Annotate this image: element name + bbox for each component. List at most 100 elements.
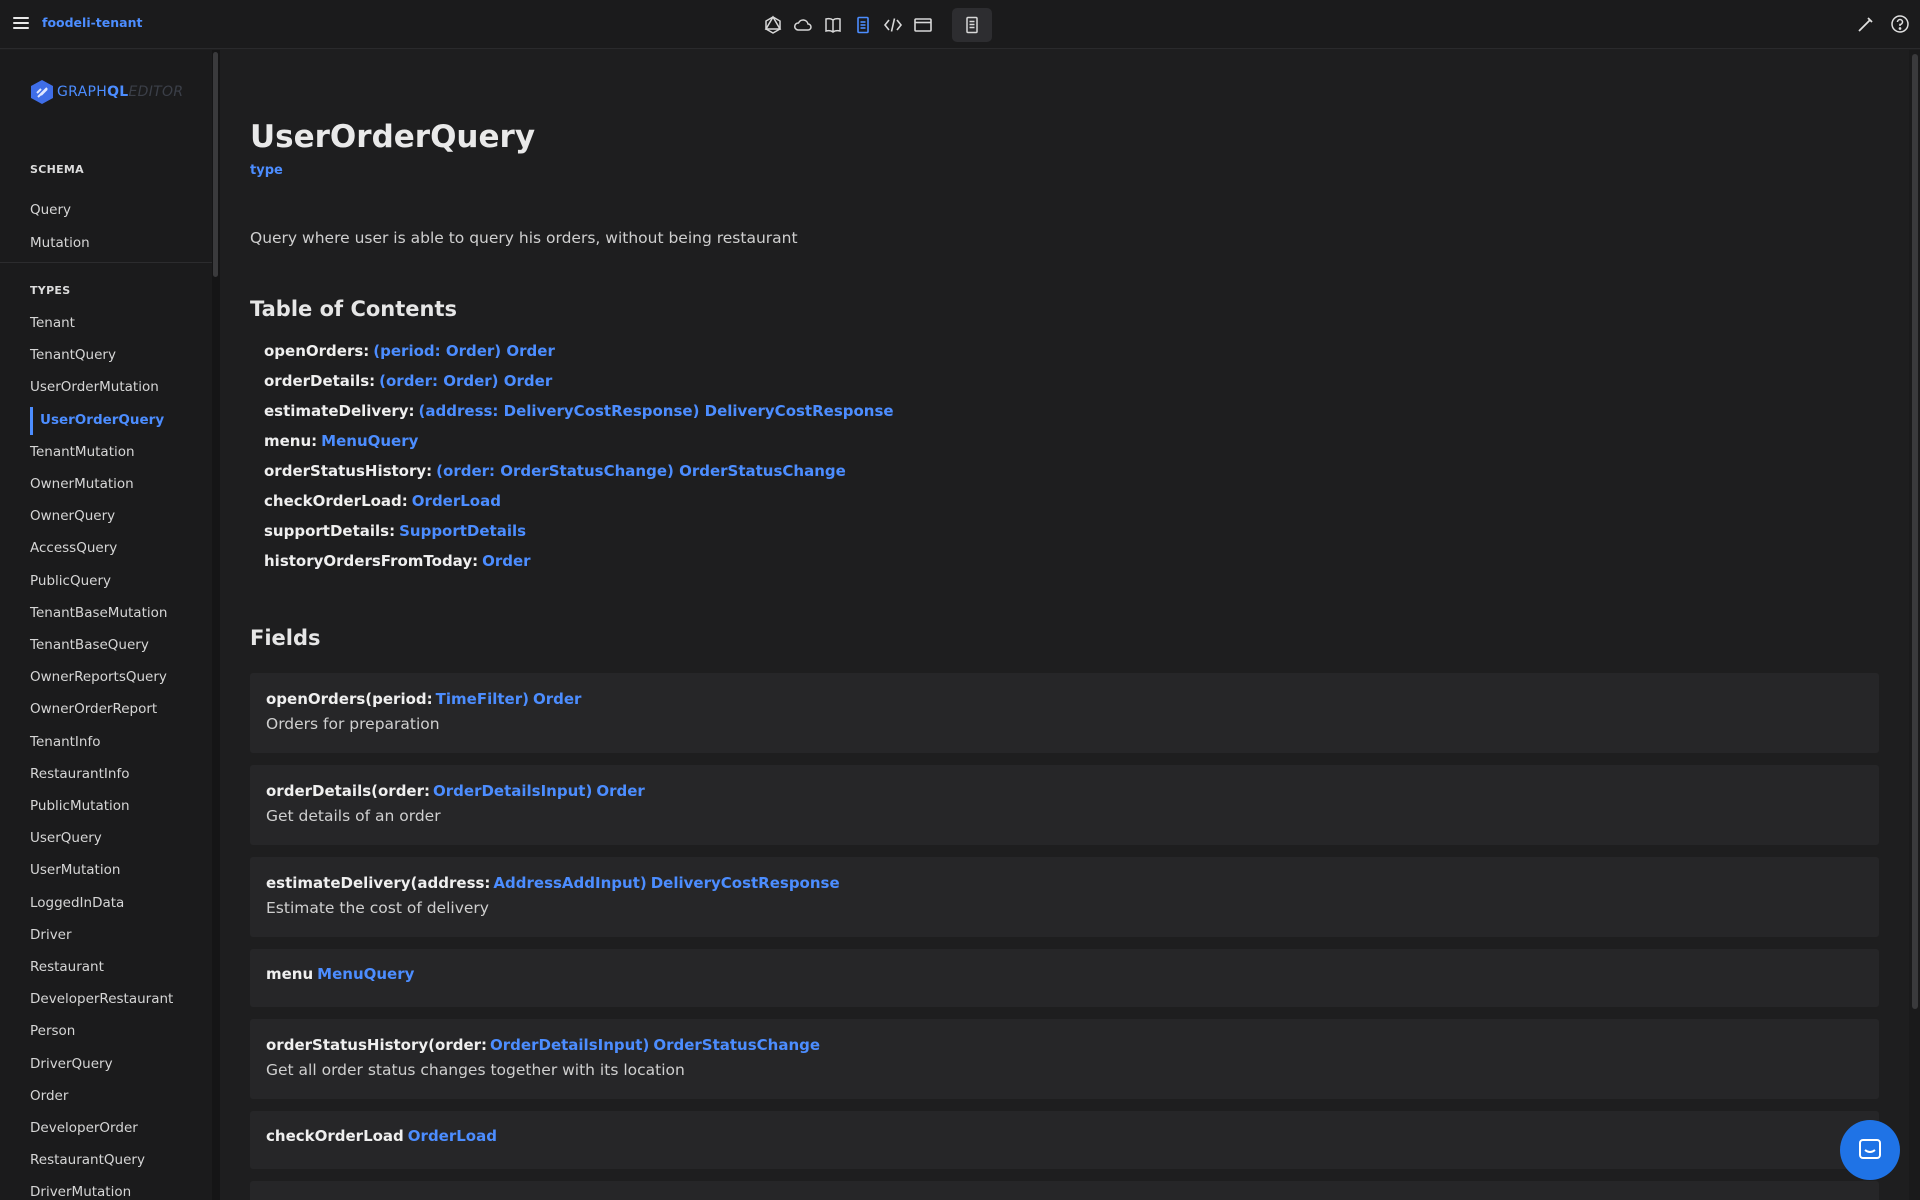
- toc-field-link[interactable]: Order: [482, 552, 530, 570]
- sidebar-item-public-query[interactable]: PublicQuery: [30, 573, 111, 589]
- sidebar-item-owner-order-report[interactable]: OwnerOrderReport: [30, 701, 157, 717]
- window-icon[interactable]: [908, 10, 938, 40]
- sidebar-item-tenant-info[interactable]: TenantInfo: [30, 734, 101, 750]
- sidebar-item-access-query[interactable]: AccessQuery: [30, 540, 117, 556]
- toc-field-name: orderDetails:: [264, 372, 376, 390]
- document-icon[interactable]: [848, 10, 878, 40]
- sidebar-item-tenant-mutation[interactable]: TenantMutation: [30, 444, 135, 460]
- sidebar-item-developer-order[interactable]: DeveloperOrder: [30, 1120, 138, 1136]
- sidebar-item-user-mutation[interactable]: UserMutation: [30, 862, 120, 878]
- field-return-type[interactable]: DeliveryCostResponse: [651, 874, 840, 892]
- field-description: Orders for preparation: [266, 715, 440, 733]
- sidebar-item-public-mutation[interactable]: PublicMutation: [30, 798, 130, 814]
- field-arg-type[interactable]: TimeFilter): [436, 690, 529, 708]
- schema-heading: SCHEMA: [30, 163, 84, 176]
- field-card: estimateDelivery(address: AddressAddInput…: [250, 857, 1879, 937]
- field-name: openOrders(period:: [266, 690, 433, 708]
- field-signature: estimateDelivery(address: AddressAddInput…: [266, 874, 840, 892]
- book-icon[interactable]: [818, 10, 848, 40]
- sidebar-item-person[interactable]: Person: [30, 1023, 75, 1039]
- toc-item: estimateDelivery: (address: DeliveryCostR…: [264, 402, 894, 420]
- field-arg-type[interactable]: AddressAddInput): [493, 874, 646, 892]
- field-arg-type[interactable]: OrderDetailsInput): [490, 1036, 649, 1054]
- field-name: orderDetails(order:: [266, 782, 431, 800]
- sidebar-item-mutation[interactable]: Mutation: [30, 235, 90, 251]
- type-description: Query where user is able to query his or…: [250, 229, 798, 247]
- sidebar-item-restaurant[interactable]: Restaurant: [30, 959, 104, 975]
- sidebar-item-tenant[interactable]: Tenant: [30, 315, 75, 331]
- sidebar-item-tenant-base-query[interactable]: TenantBaseQuery: [30, 637, 149, 653]
- toc-field-name: checkOrderLoad:: [264, 492, 408, 510]
- toc-item: orderDetails: (order: Order) Order: [264, 372, 552, 390]
- toc-field-link[interactable]: (address: DeliveryCostResponse) Delivery…: [419, 402, 894, 420]
- sidebar-item-owner-query[interactable]: OwnerQuery: [30, 508, 115, 524]
- field-return-type[interactable]: Order: [533, 690, 581, 708]
- main-scrollbar[interactable]: [1909, 50, 1920, 1200]
- menu-icon[interactable]: [13, 17, 29, 31]
- sidebar-item-restaurant-info[interactable]: RestaurantInfo: [30, 766, 129, 782]
- pen-icon[interactable]: [1856, 14, 1876, 34]
- sidebar-item-driver-query[interactable]: DriverQuery: [30, 1056, 113, 1072]
- graphql-icon[interactable]: [758, 10, 788, 40]
- sidebar-scrollbar[interactable]: [212, 50, 220, 1200]
- toc-field-name: supportDetails:: [264, 522, 396, 540]
- toc-field-name: menu:: [264, 432, 318, 450]
- toc-item: checkOrderLoad: OrderLoad: [264, 492, 501, 510]
- main-content: UserOrderQuery type Query where user is …: [220, 50, 1910, 1200]
- sidebar-item-owner-reports-query[interactable]: OwnerReportsQuery: [30, 669, 167, 685]
- sidebar-item-user-query[interactable]: UserQuery: [30, 830, 102, 846]
- field-return-type[interactable]: OrderStatusChange: [653, 1036, 820, 1054]
- toc-field-link[interactable]: MenuQuery: [321, 432, 418, 450]
- active-indicator: [30, 406, 33, 435]
- sidebar-item-logged-in-data[interactable]: LoggedInData: [30, 895, 124, 911]
- field-card: orderDetails(order: OrderDetailsInput) Ord…: [250, 765, 1879, 845]
- field-card: [250, 1181, 1879, 1200]
- sidebar-item-tenant-base-mutation[interactable]: TenantBaseMutation: [30, 605, 167, 621]
- docs-icon[interactable]: [952, 8, 992, 42]
- field-signature: orderStatusHistory(order: OrderDetailsInp…: [266, 1036, 820, 1054]
- view-switcher: [758, 8, 992, 42]
- toc-field-link[interactable]: (order: Order) Order: [379, 372, 552, 390]
- sidebar-item-driver-mutation[interactable]: DriverMutation: [30, 1184, 131, 1200]
- toc-field-name: estimateDelivery:: [264, 402, 415, 420]
- fields-heading: Fields: [250, 626, 321, 650]
- toc-field-link[interactable]: SupportDetails: [399, 522, 526, 540]
- toc-item: supportDetails: SupportDetails: [264, 522, 526, 540]
- sidebar-item-tenant-query[interactable]: TenantQuery: [30, 347, 116, 363]
- sidebar-divider: [0, 262, 212, 263]
- page-title: UserOrderQuery: [250, 119, 536, 155]
- field-arg-type[interactable]: OrderDetailsInput): [433, 782, 592, 800]
- sidebar-item-restaurant-query[interactable]: RestaurantQuery: [30, 1152, 145, 1168]
- project-name[interactable]: foodeli-tenant: [42, 15, 142, 30]
- chat-button[interactable]: [1840, 1120, 1900, 1180]
- field-card: openOrders(period: TimeFilter) Order Orders…: [250, 673, 1879, 753]
- sidebar-item-user-order-query[interactable]: UserOrderQuery: [40, 412, 164, 428]
- toc-field-link[interactable]: (period: Order) Order: [373, 342, 555, 360]
- type-kind: type: [250, 163, 283, 178]
- sidebar-item-developer-restaurant[interactable]: DeveloperRestaurant: [30, 991, 173, 1007]
- sidebar-item-driver[interactable]: Driver: [30, 927, 72, 943]
- field-signature: orderDetails(order: OrderDetailsInput) Ord…: [266, 782, 645, 800]
- field-return-type[interactable]: OrderLoad: [408, 1127, 497, 1145]
- top-right-actions: [1856, 14, 1910, 34]
- toc-heading: Table of Contents: [250, 297, 458, 321]
- sidebar-item-order[interactable]: Order: [30, 1088, 68, 1104]
- field-return-type[interactable]: MenuQuery: [317, 965, 414, 983]
- sidebar-item-query[interactable]: Query: [30, 202, 71, 218]
- toc-field-link[interactable]: OrderLoad: [412, 492, 501, 510]
- field-name: menu: [266, 965, 314, 983]
- field-card: checkOrderLoad OrderLoad: [250, 1111, 1879, 1169]
- code-icon[interactable]: [878, 10, 908, 40]
- logo: GRAPHQLEDITOR: [29, 79, 183, 105]
- field-card: orderStatusHistory(order: OrderDetailsInp…: [250, 1019, 1879, 1099]
- cloud-icon[interactable]: [788, 10, 818, 40]
- toc-field-link[interactable]: (order: OrderStatusChange) OrderStatusCh…: [436, 462, 846, 480]
- toc-item: orderStatusHistory: (order: OrderStatusCh…: [264, 462, 846, 480]
- toc-item: historyOrdersFromToday: Order: [264, 552, 531, 570]
- field-return-type[interactable]: Order: [596, 782, 644, 800]
- help-icon[interactable]: [1890, 14, 1910, 34]
- field-description: Estimate the cost of delivery: [266, 899, 489, 917]
- field-name: checkOrderLoad: [266, 1127, 404, 1145]
- sidebar-item-user-order-mutation[interactable]: UserOrderMutation: [30, 379, 159, 395]
- sidebar-item-owner-mutation[interactable]: OwnerMutation: [30, 476, 134, 492]
